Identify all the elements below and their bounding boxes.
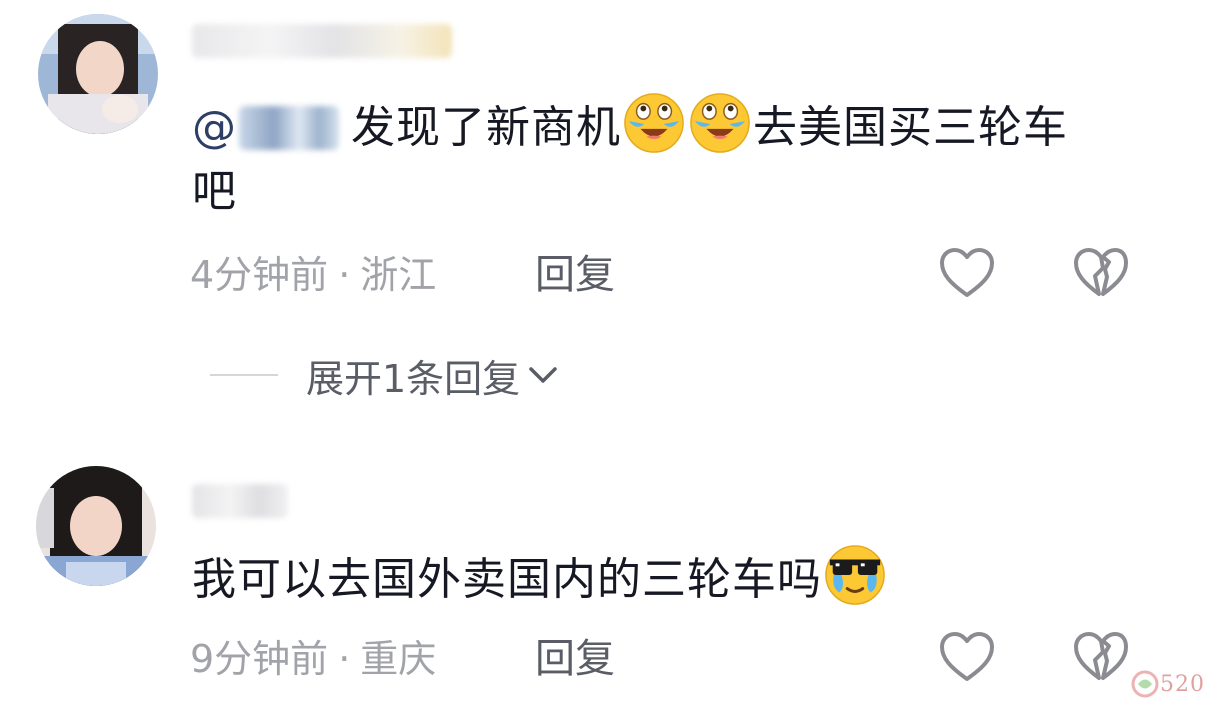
comment-time: 9分钟前 [190,637,329,681]
watermark-logo-icon [1131,670,1159,698]
comment-meta: 4分钟前 · 浙江 [190,250,436,300]
username-redacted[interactable] [192,24,452,58]
broken-heart-icon[interactable] [1072,246,1130,300]
comment-text: @ 发现了新商机 去美国买三轮车 吧 [192,92,1152,224]
cool-crying-emoji-icon [825,545,885,605]
avatar[interactable] [36,466,156,586]
heart-outline-icon[interactable] [938,246,996,300]
heart-outline-icon[interactable] [938,630,996,684]
watermark: 520 [1130,669,1205,699]
comment-location: 重庆 [360,637,437,681]
chevron-down-icon [529,367,557,383]
mention-username-redacted[interactable] [239,106,339,150]
comment-time: 4分钟前 [190,253,329,297]
username-redacted[interactable] [192,484,288,518]
expand-replies-button[interactable]: 展开1条回复 [210,350,560,401]
broken-heart-icon[interactable] [1072,630,1130,684]
meta-separator: · [338,253,351,297]
comment-text-part: 去美国买三轮车 [753,102,1068,153]
meta-separator: · [338,637,351,681]
comment-text-part: 吧 [192,166,237,217]
laughing-crying-emoji-icon [624,93,684,153]
avatar[interactable] [38,14,158,134]
comment-item: @ 发现了新商机 去美国买三轮车 吧 4分钟前 · 浙江 回复 展开1条回复 [0,0,1213,420]
reply-button[interactable]: 回复 [535,250,615,300]
comment-item: 我可以去国外卖国内的三轮车吗 9分钟前 · 重庆 回复 [0,420,1213,707]
divider [210,374,278,376]
reply-button[interactable]: 回复 [535,634,615,684]
comment-meta: 9分钟前 · 重庆 [190,634,436,684]
comment-text: 我可以去国外卖国内的三轮车吗 [192,544,1152,612]
laughing-crying-emoji-icon [690,93,750,153]
comment-text-part: 我可以去国外卖国内的三轮车吗 [192,554,822,605]
mention-at[interactable]: @ [192,102,237,153]
comment-text-part: 发现了新商机 [351,102,621,153]
comment-location: 浙江 [360,253,437,297]
watermark-text: 520 [1160,671,1205,697]
expand-replies-label: 展开1条回复 [306,356,521,401]
